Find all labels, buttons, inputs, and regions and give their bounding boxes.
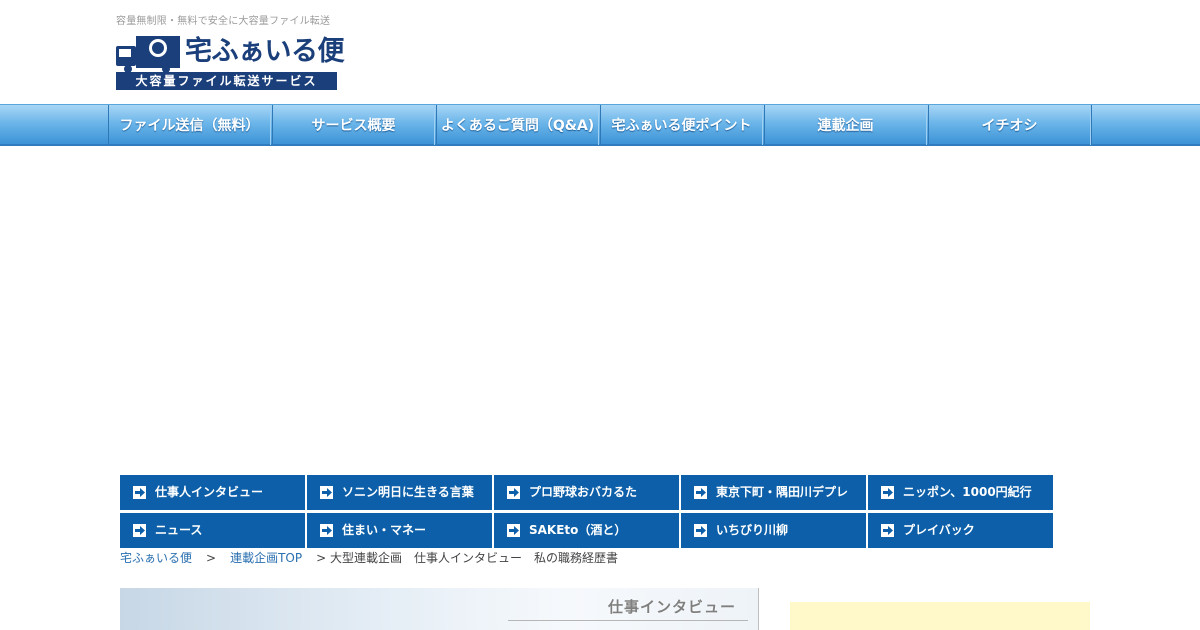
series-item-label: 住まい・マネー (342, 523, 427, 537)
arrow-right-icon (694, 486, 707, 499)
hero-banner: 仕事インタビュー (120, 588, 759, 630)
breadcrumb-home-link[interactable]: 宅ふぁいる便 (120, 551, 192, 565)
series-item-senryu[interactable]: いちびり川柳 (681, 513, 866, 548)
series-item-housing[interactable]: 住まい・マネー (307, 513, 492, 548)
series-item-label: 仕事人インタビュー (155, 485, 264, 499)
sidebar-box (790, 602, 1090, 630)
series-item-sonin[interactable]: ソニン明日に生きる言葉 (307, 475, 492, 510)
arrow-right-icon (133, 524, 146, 537)
arrow-right-icon (694, 524, 707, 537)
series-item-label: プレイバック (903, 523, 975, 537)
arrow-right-icon (320, 486, 333, 499)
breadcrumb-separator: > (206, 551, 217, 565)
breadcrumb-series-link[interactable]: 連載企画TOP (230, 551, 302, 565)
series-item-label: ニュース (155, 523, 203, 537)
series-item-1000yen[interactable]: ニッポン、1000円紀行 (868, 475, 1053, 510)
series-item-sumida[interactable]: 東京下町・隅田川デプレ (681, 475, 866, 510)
series-item-label: ニッポン、1000円紀行 (903, 485, 1032, 499)
logo-subtitle: 大容量ファイル転送サービス (116, 72, 337, 90)
series-item-playback[interactable]: プレイバック (868, 513, 1053, 548)
arrow-right-icon (320, 524, 333, 537)
series-item-interview[interactable]: 仕事人インタビュー (120, 475, 305, 510)
nav-points[interactable]: 宅ふぁいる便ポイント (600, 105, 763, 145)
arrow-right-icon (507, 524, 520, 537)
nav-faq[interactable]: よくあるご質問（Q&A) (436, 105, 599, 145)
arrow-right-icon (881, 486, 894, 499)
series-item-label: ソニン明日に生きる言葉 (342, 485, 474, 499)
nav-divider (1091, 105, 1092, 145)
arrow-right-icon (881, 524, 894, 537)
series-item-news[interactable]: ニュース (120, 513, 305, 548)
arrow-right-icon (133, 486, 146, 499)
nav-file-send[interactable]: ファイル送信（無料） (108, 105, 271, 145)
logo-name: 宅ふぁいる便 (185, 36, 345, 67)
global-nav: ファイル送信（無料） サービス概要 よくあるご質問（Q&A) 宅ふぁいる便ポイン… (0, 104, 1200, 146)
arrow-right-icon (507, 486, 520, 499)
series-item-baseball[interactable]: プロ野球おバカるた (494, 475, 679, 510)
hero-divider (508, 620, 748, 621)
nav-series[interactable]: 連載企画 (764, 105, 927, 145)
series-item-label: 東京下町・隅田川デプレ (716, 485, 849, 499)
nav-pickup[interactable]: イチオシ (928, 105, 1091, 145)
tagline: 容量無制限・無料で安全に大容量ファイル転送 (116, 16, 331, 27)
breadcrumb-current: > 大型連載企画 仕事人インタビュー 私の職務経歴書 (316, 551, 618, 565)
nav-service-overview[interactable]: サービス概要 (272, 105, 435, 145)
truck-icon (116, 36, 180, 73)
series-item-label: SAKEto（酒と） (529, 523, 627, 537)
series-item-label: いちびり川柳 (716, 523, 789, 537)
breadcrumb: 宅ふぁいる便 > 連載企画TOP > 大型連載企画 仕事人インタビュー 私の職務経歴書 (120, 549, 618, 566)
series-item-saketo[interactable]: SAKEto（酒と） (494, 513, 679, 548)
series-item-label: プロ野球おバカるた (529, 485, 638, 499)
hero-label: 仕事インタビュー (607, 598, 736, 616)
